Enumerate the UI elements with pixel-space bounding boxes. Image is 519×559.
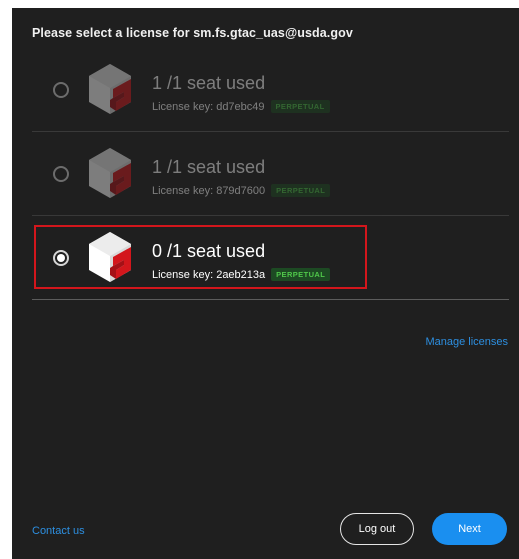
license-selection-dialog: Please select a license for sm.fs.gtac_u… — [12, 8, 519, 559]
license-option-selected[interactable]: 0 /1 seat used License key: 2aeb213a PER… — [32, 216, 509, 300]
contact-us-link[interactable]: Contact us — [32, 525, 85, 537]
license-key-line: License key: dd7ebc49 PERPETUAL — [152, 100, 330, 113]
product-logo-icon — [89, 64, 131, 114]
next-button[interactable]: Next — [432, 513, 507, 545]
license-type-badge: PERPETUAL — [270, 100, 330, 113]
radio-button-icon[interactable] — [53, 166, 69, 182]
license-key: License key: 879d7600 — [152, 184, 266, 197]
license-type-badge: PERPETUAL — [271, 184, 331, 197]
seat-usage: 1 /1 seat used — [152, 157, 266, 177]
license-key-line: License key: 2aeb213a PERPETUAL — [152, 268, 331, 281]
product-logo-icon — [89, 148, 131, 198]
license-key: License key: dd7ebc49 — [152, 100, 265, 113]
dialog-title: Please select a license for sm.fs.gtac_u… — [32, 26, 353, 40]
license-key: License key: 2aeb213a — [152, 268, 266, 281]
product-logo-icon — [89, 232, 131, 282]
license-type-badge: PERPETUAL — [271, 268, 331, 281]
license-list: 1 /1 seat used License key: dd7ebc49 PER… — [32, 48, 509, 300]
seat-usage: 0 /1 seat used — [152, 241, 266, 261]
license-key-line: License key: 879d7600 PERPETUAL — [152, 184, 331, 197]
seat-usage: 1 /1 seat used — [152, 73, 266, 93]
manage-licenses-link[interactable]: Manage licenses — [425, 336, 508, 348]
log-out-button[interactable]: Log out — [340, 513, 414, 545]
license-option[interactable]: 1 /1 seat used License key: dd7ebc49 PER… — [32, 48, 509, 132]
radio-button-icon[interactable] — [53, 82, 69, 98]
radio-button-icon[interactable] — [53, 250, 69, 266]
license-option[interactable]: 1 /1 seat used License key: 879d7600 PER… — [32, 132, 509, 216]
